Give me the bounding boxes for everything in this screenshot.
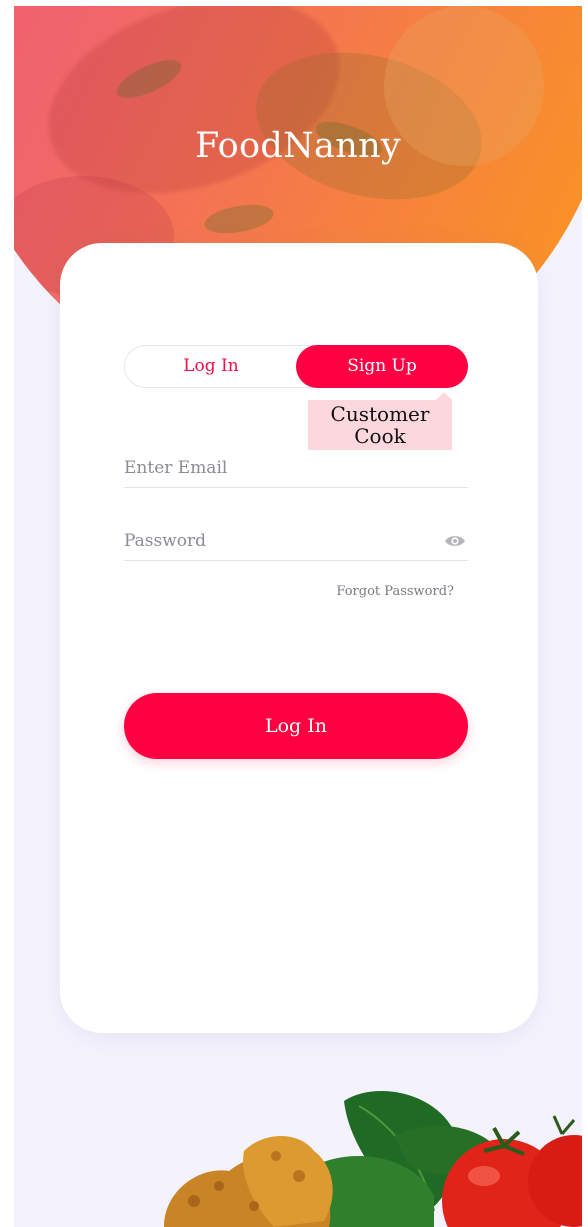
role-option-customer[interactable]: Customer bbox=[308, 403, 452, 425]
password-field-wrapper bbox=[124, 521, 468, 561]
app-title: FoodNanny bbox=[195, 126, 401, 166]
auth-mode-toggle: Log In Sign Up bbox=[124, 345, 468, 388]
email-field-wrapper bbox=[124, 448, 468, 488]
password-field[interactable] bbox=[124, 521, 468, 560]
app-screen: FoodNanny Log In Sign Up Customer Cook E… bbox=[14, 6, 582, 1227]
login-button[interactable]: Log In bbox=[124, 693, 468, 759]
role-dropdown-menu: Customer Cook bbox=[308, 400, 452, 450]
dropdown-caret bbox=[436, 392, 452, 400]
auth-card: Log In Sign Up Customer Cook Forgot Pass… bbox=[60, 243, 538, 1033]
eye-icon[interactable] bbox=[444, 533, 466, 547]
tab-login[interactable]: Log In bbox=[125, 345, 297, 388]
email-field[interactable] bbox=[124, 448, 468, 487]
role-option-cook[interactable]: Cook bbox=[308, 425, 452, 447]
tab-signup[interactable]: Sign Up bbox=[296, 345, 468, 388]
forgot-password-link[interactable]: Forgot Password? bbox=[336, 584, 454, 599]
